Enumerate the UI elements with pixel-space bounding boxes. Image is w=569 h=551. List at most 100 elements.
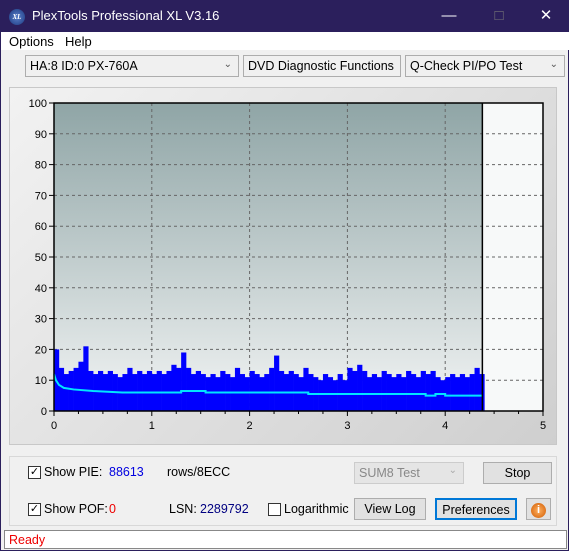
show-pie-checkbox[interactable]: ✓ [28,466,41,479]
pie-bar [430,370,436,411]
app-logo-icon: XL [9,9,25,25]
lsn-value: 2289792 [200,502,249,516]
x-tick-label: 2 [247,420,253,432]
info-icon: i [531,503,546,518]
pie-bar [332,380,338,411]
y-tick-label: 40 [35,283,47,295]
y-tick-label: 90 [35,129,47,141]
pie-bar [322,374,329,411]
pie-chart: 0 10 20 30 40 50 60 70 80 90 100 0 1 2 3 4 5 [29,98,546,432]
y-tick-label: 20 [35,344,47,356]
minimize-button[interactable]: — [434,5,464,27]
sum8-value: SUM8 Test [359,466,420,480]
y-tick-label: 10 [35,375,47,387]
x-tick-label: 4 [442,420,448,432]
sum8-select[interactable]: SUM8 Test ⌄ [354,462,464,484]
pie-bar [352,370,358,411]
chevron-down-icon: ⌄ [448,465,457,476]
pie-bar [459,374,466,411]
pof-value: 0 [109,502,116,516]
menu-help[interactable]: Help [65,34,92,49]
y-tick-label: 30 [35,314,47,326]
pie-bar [205,377,211,411]
pie-bar [469,374,475,411]
info-button[interactable]: i [526,498,551,520]
x-tick-label: 0 [51,420,57,432]
chart-panel: 0 10 20 30 40 50 60 70 80 90 100 0 1 2 3 4 5 [9,87,557,445]
pie-bar [78,361,84,411]
pie-bar [450,374,456,411]
pie-bar [244,377,250,411]
window-title: PlexTools Professional XL V3.16 [32,8,220,23]
pie-bar [278,370,285,411]
pie-bar [68,370,74,411]
pie-bar [298,377,304,411]
chevron-down-icon: ⌄ [385,59,394,70]
stop-button[interactable]: Stop [483,462,552,484]
pie-bar [269,367,275,411]
pie-bar [176,367,182,411]
show-pof-label: Show POF: [44,502,108,516]
drive-select[interactable]: HA:8 ID:0 PX-760A ⌄ [25,55,239,77]
x-tick-label: 1 [149,420,155,432]
logarithmic-label: Logarithmic [284,502,349,516]
pie-bar [347,367,353,411]
pie-bar [318,380,324,411]
pie-bar [93,374,99,411]
pie-bar [137,370,143,411]
pie-bar [117,377,123,411]
close-button[interactable]: ✕ [531,5,561,27]
chevron-down-icon: ⌄ [223,59,232,70]
maximize-button[interactable]: □ [484,5,514,27]
function-select[interactable]: DVD Diagnostic Functions ⌄ [243,55,401,77]
pie-bar [371,374,378,411]
controls-panel: ✓ Show PIE: 88613 rows/8ECC SUM8 Test ⌄ S… [9,456,557,526]
y-tick-label: 80 [35,160,47,172]
x-tick-label: 5 [540,420,546,432]
pie-bar [190,374,197,411]
y-tick-label: 100 [29,98,47,110]
pie-bar [146,370,153,411]
pie-value: 88613 [109,465,144,479]
pie-bar [425,374,431,411]
menu-options[interactable]: Options [9,34,54,49]
pie-bar [474,367,480,411]
chevron-down-icon: ⌄ [549,59,558,70]
preferences-button[interactable]: Preferences [435,498,517,520]
menu-bar: Options Help [1,32,569,50]
pie-bar [259,377,265,411]
pie-bar [186,367,192,411]
y-tick-label: 60 [35,221,47,233]
test-value: Q-Check PI/PO Test [410,59,523,73]
logarithmic-checkbox[interactable] [268,503,281,516]
view-log-button[interactable]: View Log [354,498,426,520]
pie-bar [230,377,236,411]
pie-bar [337,374,343,411]
test-select[interactable]: Q-Check PI/PO Test ⌄ [405,55,565,77]
y-tick-label: 70 [35,190,47,202]
pie-bar [249,370,255,411]
pie-bar [274,355,280,411]
title-bar: XL PlexTools Professional XL V3.16 — □ ✕ [1,1,569,32]
pie-bar [381,370,387,411]
pie-bar [234,367,241,411]
lsn-label: LSN: [169,502,197,516]
pie-bar [220,370,226,411]
pie-bar [156,370,162,411]
pie-bar [464,377,470,411]
pie-bar [83,346,89,411]
pie-bar [406,370,412,411]
pie-bar [386,374,392,411]
pie-bar [288,370,294,411]
show-pof-checkbox[interactable]: ✓ [28,503,41,516]
function-value: DVD Diagnostic Functions [248,59,394,73]
pie-bar [215,377,221,411]
status-bar: Ready [4,530,567,549]
y-tick-label: 0 [41,406,47,418]
pie-bar [181,352,187,411]
show-pie-label: Show PIE: [44,465,103,479]
pie-bar [342,380,348,411]
pie-bar [420,370,426,411]
pie-bar [454,377,461,411]
pie-bar [362,370,368,411]
